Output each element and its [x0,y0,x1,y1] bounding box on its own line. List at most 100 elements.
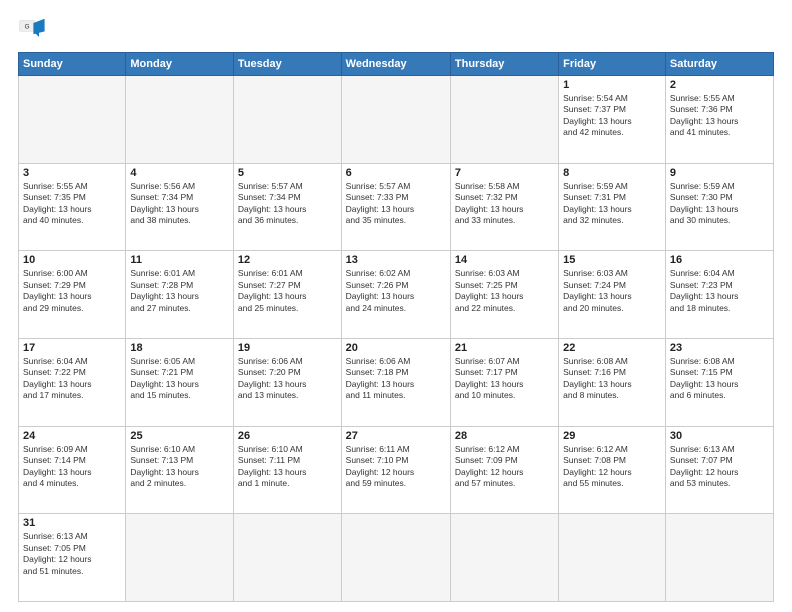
calendar-week-2: 3 Sunrise: 5:55 AM Sunset: 7:35 PM Daylig… [19,163,774,251]
calendar-cell: 13 Sunrise: 6:02 AM Sunset: 7:26 PM Dayli… [341,251,450,339]
calendar-cell: 9Sunrise: 5:59 AM Sunset: 7:30 PM Daylig… [665,163,773,251]
day-info: Sunrise: 6:00 AM Sunset: 7:29 PM Dayligh… [23,268,121,314]
day-number: 3 [23,167,121,179]
calendar-cell: 3 Sunrise: 5:55 AM Sunset: 7:35 PM Daylig… [19,163,126,251]
day-number: 21 [455,342,554,354]
calendar-cell: 8 Sunrise: 5:59 AM Sunset: 7:31 PM Daylig… [559,163,666,251]
calendar-cell: 11 Sunrise: 6:01 AM Sunset: 7:28 PM Dayli… [126,251,234,339]
calendar-table: SundayMondayTuesdayWednesdayThursdayFrid… [18,52,774,602]
calendar-cell: 21 Sunrise: 6:07 AM Sunset: 7:17 PM Dayli… [450,338,558,426]
calendar-cell [559,514,666,602]
day-info: Sunrise: 6:10 AM Sunset: 7:11 PM Dayligh… [238,444,337,490]
calendar-cell: 4 Sunrise: 5:56 AM Sunset: 7:34 PM Daylig… [126,163,234,251]
calendar-cell [341,76,450,164]
calendar-cell [450,514,558,602]
calendar-cell [19,76,126,164]
day-info: Sunrise: 5:59 AM Sunset: 7:31 PM Dayligh… [563,181,661,227]
day-info: Sunrise: 6:06 AM Sunset: 7:20 PM Dayligh… [238,356,337,402]
day-number: 27 [346,430,446,442]
weekday-thursday: Thursday [450,53,558,76]
day-info: Sunrise: 6:08 AM Sunset: 7:15 PM Dayligh… [670,356,769,402]
day-number: 19 [238,342,337,354]
day-number: 7 [455,167,554,179]
day-number: 13 [346,254,446,266]
header: G [18,16,774,44]
calendar-cell [665,514,773,602]
day-number: 2 [670,79,769,91]
day-info: Sunrise: 5:57 AM Sunset: 7:33 PM Dayligh… [346,181,446,227]
day-number: 6 [346,167,446,179]
day-number: 14 [455,254,554,266]
day-info: Sunrise: 5:55 AM Sunset: 7:35 PM Dayligh… [23,181,121,227]
day-info: Sunrise: 6:03 AM Sunset: 7:24 PM Dayligh… [563,268,661,314]
calendar-cell: 25 Sunrise: 6:10 AM Sunset: 7:13 PM Dayli… [126,426,234,514]
day-number: 8 [563,167,661,179]
calendar-cell: 12Sunrise: 6:01 AM Sunset: 7:27 PM Dayli… [233,251,341,339]
day-number: 31 [23,517,121,529]
day-number: 30 [670,430,769,442]
day-info: Sunrise: 6:12 AM Sunset: 7:08 PM Dayligh… [563,444,661,490]
calendar-cell: 24Sunrise: 6:09 AM Sunset: 7:14 PM Dayli… [19,426,126,514]
weekday-tuesday: Tuesday [233,53,341,76]
svg-text:G: G [25,24,30,31]
calendar-cell: 10 Sunrise: 6:00 AM Sunset: 7:29 PM Dayli… [19,251,126,339]
calendar-cell: 31 Sunrise: 6:13 AM Sunset: 7:05 PM Dayli… [19,514,126,602]
day-info: Sunrise: 6:08 AM Sunset: 7:16 PM Dayligh… [563,356,661,402]
generalblue-logo-icon: G [18,16,46,44]
weekday-sunday: Sunday [19,53,126,76]
day-info: Sunrise: 5:57 AM Sunset: 7:34 PM Dayligh… [238,181,337,227]
calendar-cell: 28 Sunrise: 6:12 AM Sunset: 7:09 PM Dayli… [450,426,558,514]
day-number: 15 [563,254,661,266]
calendar-cell [126,514,234,602]
weekday-saturday: Saturday [665,53,773,76]
day-number: 25 [130,430,229,442]
calendar-cell [126,76,234,164]
calendar-cell: 1Sunrise: 5:54 AM Sunset: 7:37 PM Daylig… [559,76,666,164]
calendar-week-6: 31 Sunrise: 6:13 AM Sunset: 7:05 PM Dayli… [19,514,774,602]
day-info: Sunrise: 6:10 AM Sunset: 7:13 PM Dayligh… [130,444,229,490]
calendar-cell: 17Sunrise: 6:04 AM Sunset: 7:22 PM Dayli… [19,338,126,426]
calendar-cell: 14 Sunrise: 6:03 AM Sunset: 7:25 PM Dayli… [450,251,558,339]
day-info: Sunrise: 6:06 AM Sunset: 7:18 PM Dayligh… [346,356,446,402]
day-info: Sunrise: 6:04 AM Sunset: 7:23 PM Dayligh… [670,268,769,314]
day-number: 22 [563,342,661,354]
day-number: 16 [670,254,769,266]
day-info: Sunrise: 6:03 AM Sunset: 7:25 PM Dayligh… [455,268,554,314]
day-number: 4 [130,167,229,179]
day-number: 1 [563,79,661,91]
calendar-cell [233,514,341,602]
calendar-cell: 19 Sunrise: 6:06 AM Sunset: 7:20 PM Dayli… [233,338,341,426]
day-info: Sunrise: 6:13 AM Sunset: 7:07 PM Dayligh… [670,444,769,490]
day-number: 28 [455,430,554,442]
calendar-cell: 18Sunrise: 6:05 AM Sunset: 7:21 PM Dayli… [126,338,234,426]
day-number: 26 [238,430,337,442]
calendar-week-4: 17Sunrise: 6:04 AM Sunset: 7:22 PM Dayli… [19,338,774,426]
calendar-cell: 6 Sunrise: 5:57 AM Sunset: 7:33 PM Daylig… [341,163,450,251]
day-number: 18 [130,342,229,354]
day-info: Sunrise: 6:02 AM Sunset: 7:26 PM Dayligh… [346,268,446,314]
day-info: Sunrise: 6:01 AM Sunset: 7:28 PM Dayligh… [130,268,229,314]
calendar-cell: 2Sunrise: 5:55 AM Sunset: 7:36 PM Daylig… [665,76,773,164]
day-info: Sunrise: 5:56 AM Sunset: 7:34 PM Dayligh… [130,181,229,227]
weekday-header-row: SundayMondayTuesdayWednesdayThursdayFrid… [19,53,774,76]
calendar-cell: 27Sunrise: 6:11 AM Sunset: 7:10 PM Dayli… [341,426,450,514]
day-info: Sunrise: 6:13 AM Sunset: 7:05 PM Dayligh… [23,531,121,577]
calendar-week-1: 1Sunrise: 5:54 AM Sunset: 7:37 PM Daylig… [19,76,774,164]
calendar-cell [450,76,558,164]
weekday-monday: Monday [126,53,234,76]
calendar-cell: 16 Sunrise: 6:04 AM Sunset: 7:23 PM Dayli… [665,251,773,339]
day-number: 10 [23,254,121,266]
day-info: Sunrise: 5:59 AM Sunset: 7:30 PM Dayligh… [670,181,769,227]
calendar-cell: 30 Sunrise: 6:13 AM Sunset: 7:07 PM Dayli… [665,426,773,514]
day-info: Sunrise: 6:12 AM Sunset: 7:09 PM Dayligh… [455,444,554,490]
day-number: 11 [130,254,229,266]
calendar-cell: 29 Sunrise: 6:12 AM Sunset: 7:08 PM Dayli… [559,426,666,514]
day-info: Sunrise: 5:58 AM Sunset: 7:32 PM Dayligh… [455,181,554,227]
day-info: Sunrise: 6:07 AM Sunset: 7:17 PM Dayligh… [455,356,554,402]
logo: G [18,16,50,44]
day-number: 29 [563,430,661,442]
calendar-week-3: 10 Sunrise: 6:00 AM Sunset: 7:29 PM Dayli… [19,251,774,339]
day-number: 20 [346,342,446,354]
weekday-friday: Friday [559,53,666,76]
day-number: 5 [238,167,337,179]
